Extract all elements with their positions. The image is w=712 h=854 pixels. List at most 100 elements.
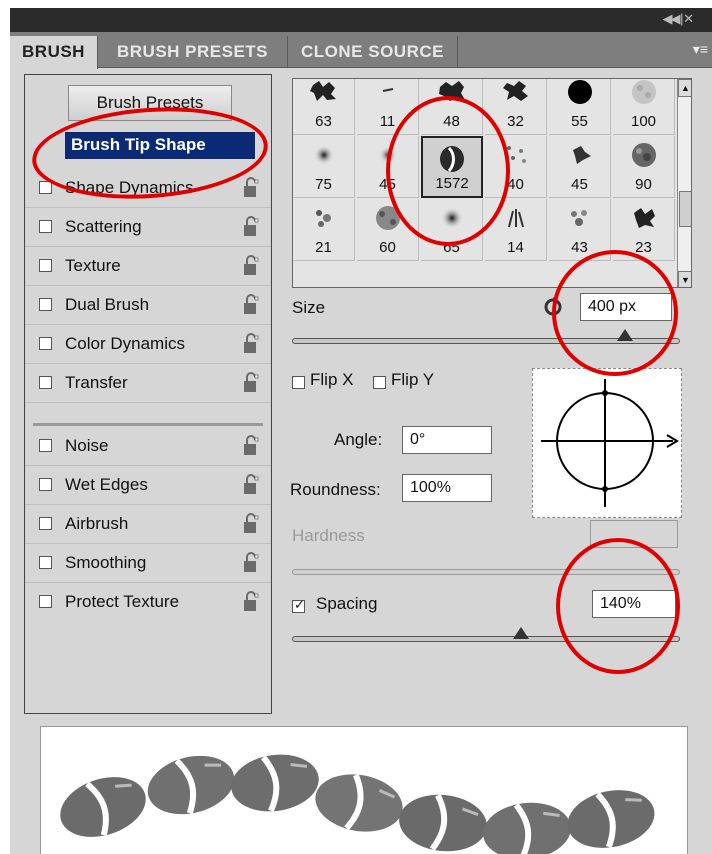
brush-tip-cell[interactable]: 21	[293, 199, 355, 261]
lock-icon[interactable]	[243, 552, 259, 574]
football-icon	[567, 790, 655, 849]
checkbox[interactable]	[39, 517, 52, 530]
option-protect-texture[interactable]: Protect Texture	[25, 583, 271, 622]
highlight-ring-spacing	[556, 538, 680, 674]
brush-grid-scrollbar[interactable]: ▲ ▼	[677, 79, 691, 287]
checkbox[interactable]	[39, 478, 52, 491]
option-label[interactable]: Texture	[65, 256, 121, 276]
brush-tip-cell[interactable]: 90	[613, 136, 675, 198]
checkbox[interactable]	[39, 220, 52, 233]
brush-stroke-preview	[40, 726, 688, 854]
checkbox[interactable]	[39, 376, 52, 389]
leaf-brush-icon	[572, 146, 591, 164]
hardness-label: Hardness	[292, 526, 365, 545]
brush-tip-cell[interactable]: 45	[549, 136, 611, 198]
brush-size-label: 55	[571, 113, 588, 130]
brush-size-label: 75	[315, 176, 332, 193]
lock-icon[interactable]	[243, 591, 259, 613]
spacing-label[interactable]: Spacing	[316, 594, 377, 614]
lock-icon[interactable]	[243, 177, 259, 199]
roundness-input[interactable]: 100%	[402, 474, 492, 502]
football-icon	[315, 773, 403, 832]
option-label[interactable]: Scattering	[65, 217, 142, 237]
collapse-icon[interactable]: ◀◀ | ✕	[663, 11, 694, 27]
option-label[interactable]: Protect Texture	[65, 592, 179, 612]
flip-x-label[interactable]: Flip X	[310, 370, 353, 390]
option-transfer[interactable]: Transfer	[25, 364, 271, 403]
lock-icon[interactable]	[243, 372, 259, 394]
brush-tip-cell[interactable]: 63	[293, 79, 355, 135]
grass-brush-icon	[507, 209, 524, 228]
brush-panel: ◀◀ | ✕ BRUSH BRUSH PRESETS CLONE SOURCE …	[10, 8, 712, 854]
flip-x-checkbox[interactable]	[292, 376, 305, 389]
checkbox[interactable]	[39, 337, 52, 350]
size-label: Size	[292, 298, 326, 317]
brush-size-label: 100	[630, 113, 657, 130]
checkbox[interactable]	[39, 298, 52, 311]
brush-tip-cell[interactable]: 75	[293, 136, 355, 198]
lock-icon[interactable]	[243, 255, 259, 277]
option-dual-brush[interactable]: Dual Brush	[25, 286, 271, 325]
brush-tip-cell[interactable]: 100	[613, 79, 675, 135]
angle-dial-icon[interactable]	[533, 369, 683, 519]
brush-size-label: 60	[379, 239, 396, 256]
option-label[interactable]: Color Dynamics	[65, 334, 185, 354]
flip-y-label[interactable]: Flip Y	[391, 370, 434, 390]
option-label[interactable]: Dual Brush	[65, 295, 149, 315]
football-icon	[231, 754, 319, 813]
checkbox[interactable]	[39, 439, 52, 452]
option-label[interactable]: Noise	[65, 436, 108, 456]
option-label[interactable]: Wet Edges	[65, 475, 148, 495]
option-label[interactable]: Airbrush	[65, 514, 128, 534]
panel-menu-icon[interactable]: ▾≡	[693, 41, 708, 58]
option-smoothing[interactable]: Smoothing	[25, 544, 271, 583]
tab-brush[interactable]: BRUSH	[10, 36, 98, 69]
flip-y-checkbox[interactable]	[373, 376, 386, 389]
football-icon	[147, 755, 235, 815]
checkbox[interactable]	[39, 595, 52, 608]
splatter-brush-icon	[633, 208, 655, 228]
soft-round-brush-icon	[313, 145, 334, 165]
scroll-up-icon[interactable]: ▲	[678, 79, 691, 97]
football-icon	[399, 793, 487, 852]
scroll-down-icon[interactable]: ▼	[678, 271, 691, 287]
checkbox[interactable]	[39, 259, 52, 272]
lock-icon[interactable]	[243, 474, 259, 496]
lock-icon[interactable]	[243, 513, 259, 535]
highlight-ring-size	[552, 250, 678, 376]
angle-roundness-widget[interactable]	[532, 368, 682, 518]
option-texture[interactable]: Texture	[25, 247, 271, 286]
panel-titlebar: ◀◀ | ✕	[10, 8, 712, 32]
texture-brush-icon	[631, 143, 656, 167]
brush-size-label: 45	[571, 176, 588, 193]
splatter-brush-icon	[502, 81, 528, 101]
highlight-ring-selected-brush	[386, 96, 510, 246]
brush-size-label: 90	[635, 176, 652, 193]
brush-tip-cell[interactable]: 55	[549, 79, 611, 135]
spacing-checkbox[interactable]	[292, 597, 305, 613]
group-divider	[33, 423, 263, 426]
option-color-dynamics[interactable]: Color Dynamics	[25, 325, 271, 364]
tab-bar: BRUSH BRUSH PRESETS CLONE SOURCE ▾≡	[10, 32, 712, 69]
option-scattering[interactable]: Scattering	[25, 208, 271, 247]
spacing-slider-thumb[interactable]	[512, 627, 529, 639]
angle-input[interactable]: 0°	[402, 426, 492, 454]
option-wet-edges[interactable]: Wet Edges	[25, 466, 271, 505]
chalk-brush-icon	[631, 80, 656, 104]
scroll-thumb[interactable]	[679, 191, 691, 227]
football-stroke-preview	[60, 754, 655, 854]
option-noise[interactable]: Noise	[25, 427, 271, 466]
lock-icon[interactable]	[243, 435, 259, 457]
option-label[interactable]: Smoothing	[65, 553, 146, 573]
option-airbrush[interactable]: Airbrush	[25, 505, 271, 544]
checkbox[interactable]	[39, 556, 52, 569]
option-label[interactable]: Transfer	[65, 373, 128, 393]
tab-clone-source[interactable]: CLONE SOURCE	[288, 36, 458, 68]
football-icon	[60, 777, 146, 837]
lock-icon[interactable]	[243, 216, 259, 238]
splatter-brush-icon	[309, 81, 336, 101]
brush-size-label: 21	[315, 239, 332, 256]
tab-brush-presets[interactable]: BRUSH PRESETS	[98, 36, 288, 68]
lock-icon[interactable]	[243, 294, 259, 316]
lock-icon[interactable]	[243, 333, 259, 355]
